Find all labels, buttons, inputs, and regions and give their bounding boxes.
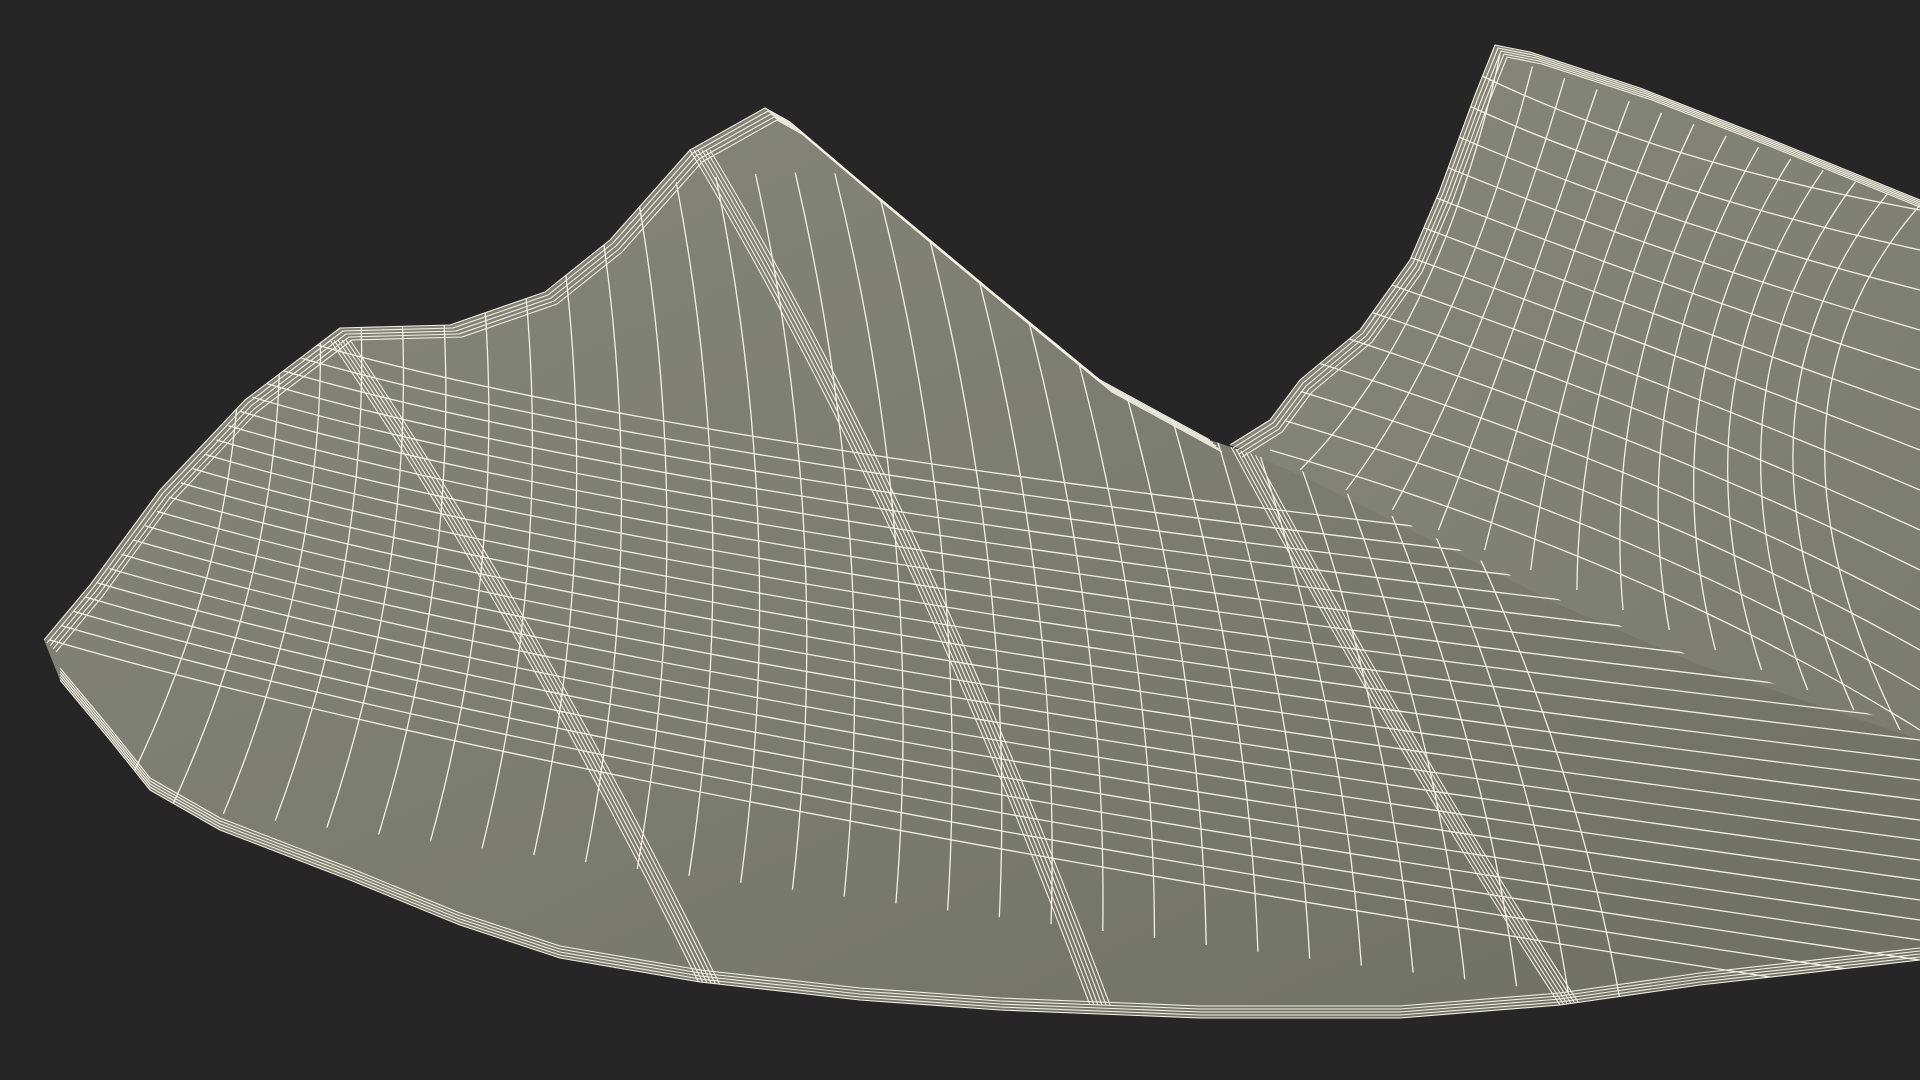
render-viewport — [0, 0, 1920, 1080]
wireframe-model-render — [43, 44, 1920, 1019]
